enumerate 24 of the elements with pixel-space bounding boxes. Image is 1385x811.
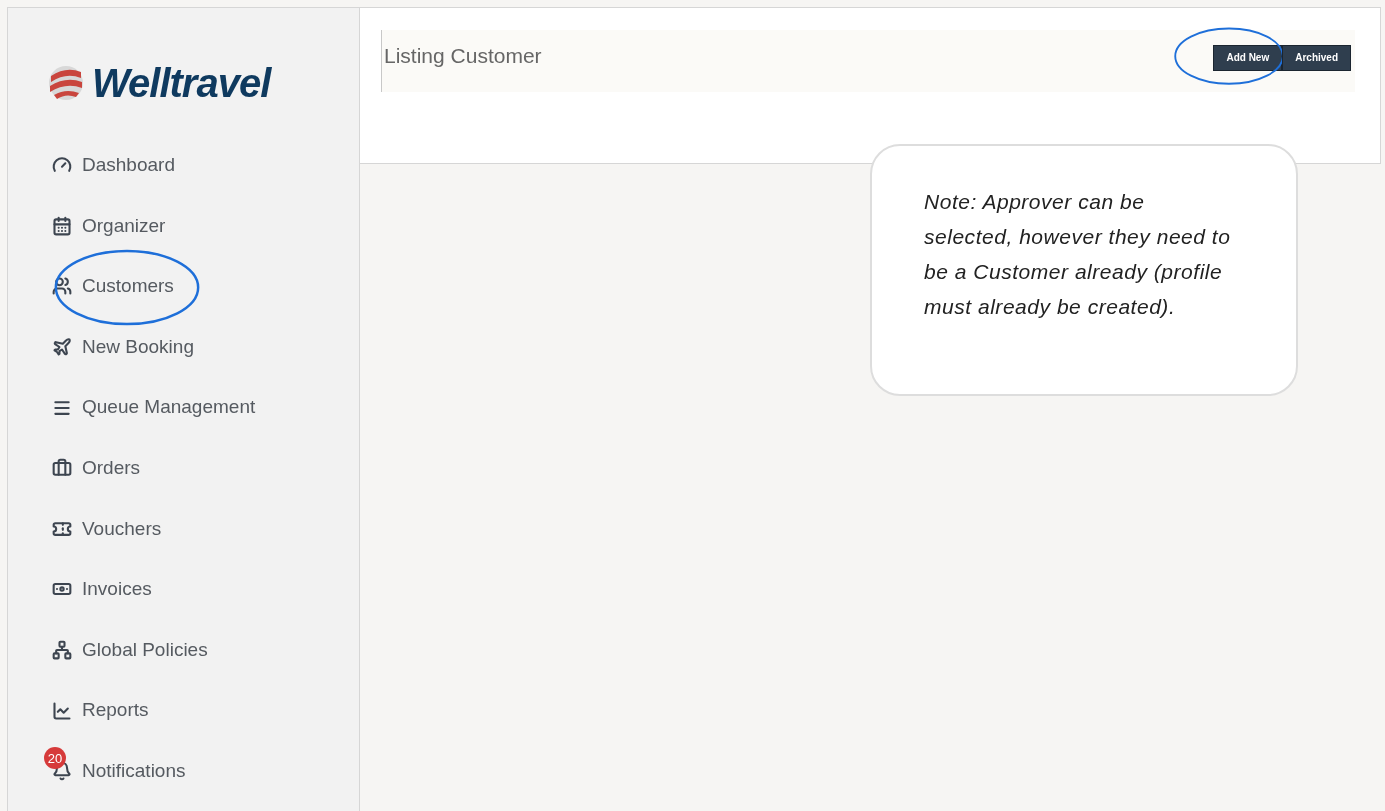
sidebar-item[interactable]: Reports	[82, 696, 149, 725]
sidebar-item[interactable]: Dashboard	[82, 151, 175, 180]
notification-badge: 20	[44, 747, 66, 770]
sidebar-item[interactable]: Notifications	[82, 757, 186, 786]
sidebar-item[interactable]: Invoices	[82, 575, 152, 604]
sidebar-item[interactable]: Vouchers	[82, 514, 162, 544]
sidebar-item[interactable]: Queue Management	[82, 393, 256, 422]
users-icon	[52, 276, 72, 297]
sidebar-item[interactable]: Organizer	[82, 211, 166, 241]
header-button[interactable]: Archived	[1282, 44, 1351, 71]
hierarchy-icon	[52, 640, 72, 661]
plane-icon	[52, 337, 72, 358]
calendar-icon	[52, 215, 72, 236]
bell-icon	[52, 761, 72, 782]
line-chart-icon	[52, 700, 72, 721]
briefcase-icon	[52, 458, 72, 479]
header-button[interactable]: Add New	[1213, 44, 1283, 71]
sidebar-item[interactable]: Global Policies	[82, 635, 208, 665]
sidebar-item[interactable]: Orders	[82, 454, 141, 483]
globe-logo-icon	[48, 64, 84, 102]
note-text: Note: Approver can be selected, however they need to be a Customer already (profile must already be created).	[924, 189, 1232, 320]
page-title: Listing Customer	[384, 43, 542, 69]
logo-text: Welltravel	[92, 63, 271, 103]
sidebar-item[interactable]: New Booking	[82, 332, 194, 362]
